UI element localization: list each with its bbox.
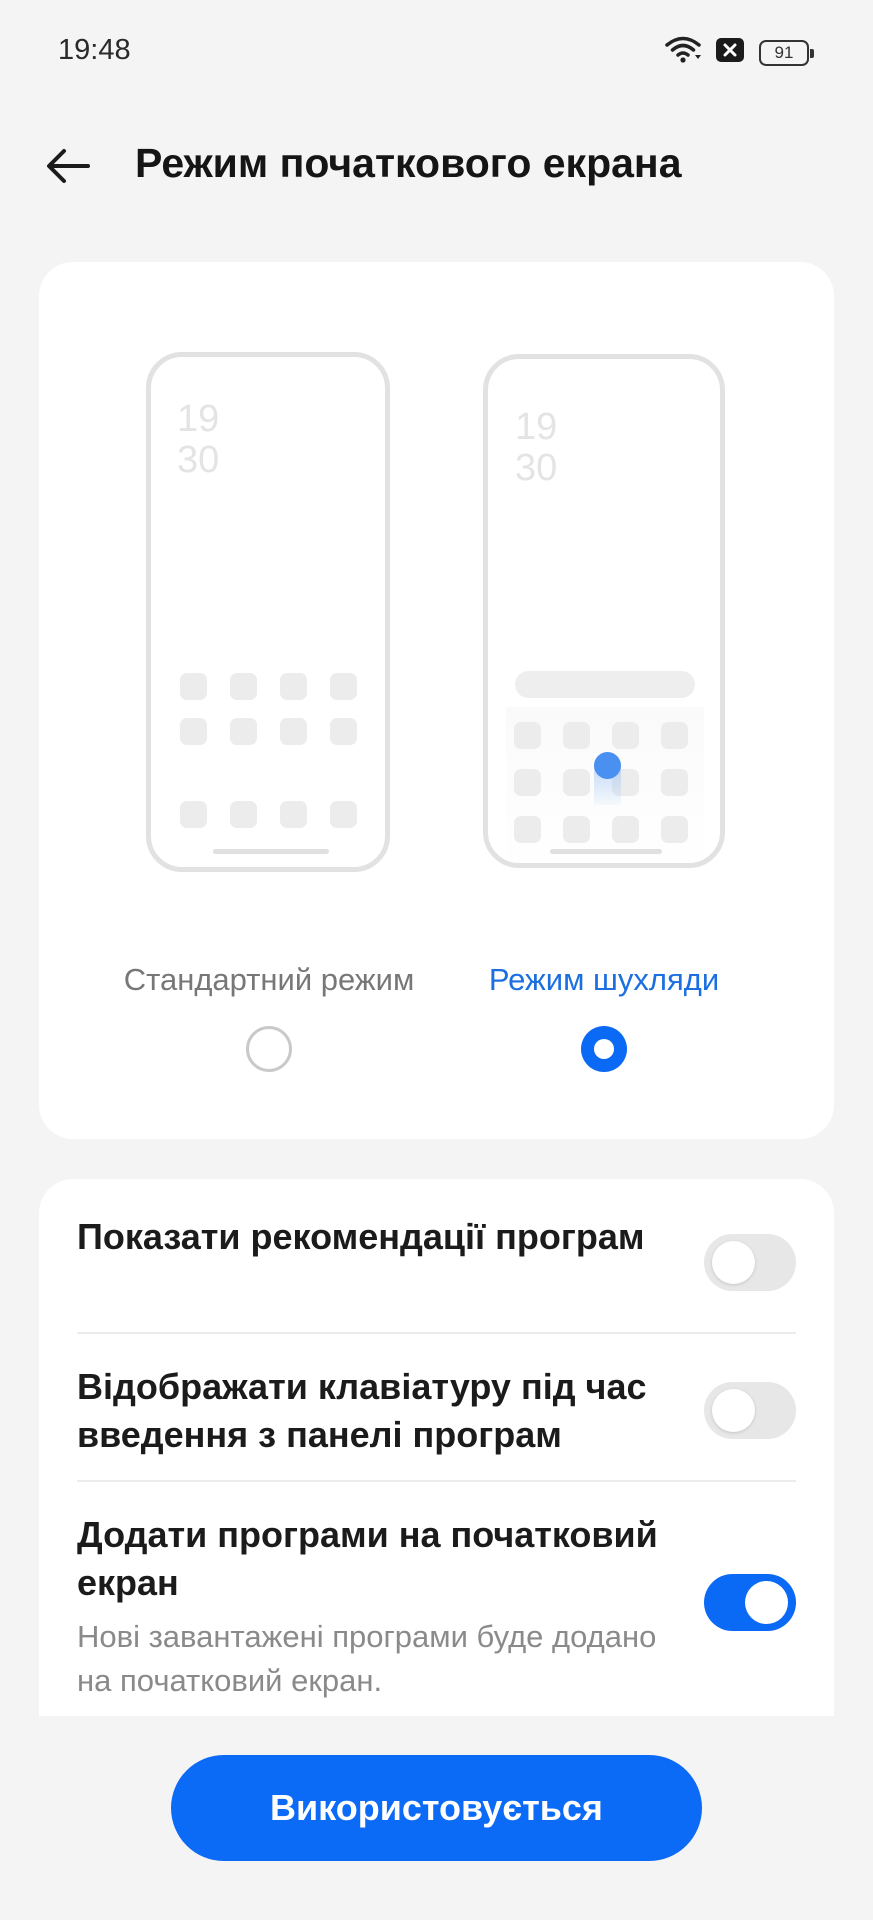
setting-title: Додати програми на початковий екран [77,1514,658,1603]
status-time: 19:48 [58,34,131,66]
settings-list: Показати рекомендації програм Відображат… [39,1179,834,1716]
setting-row-add-to-home[interactable]: Додати програми на початковий екран Нові… [77,1511,796,1711]
divider [77,1332,796,1334]
preview-clock: 19 30 [177,398,220,481]
home-indicator [213,849,329,854]
divider [77,1480,796,1482]
drawer-search-bar [515,671,695,698]
add-to-home-toggle[interactable] [704,1574,796,1631]
status-bar: 19:48 91 [0,0,873,104]
battery-level: 91 [774,42,794,62]
setting-title: Показати рекомендації програм [77,1216,645,1257]
page-title: Режим початкового екрана [135,140,682,186]
arrow-left-icon [47,149,90,183]
header: Режим початкового екрана [0,130,873,200]
app-suggestions-toggle[interactable] [704,1234,796,1291]
status-icons: 91 [665,36,814,69]
standard-mode-radio[interactable] [246,1026,292,1072]
wifi-icon [665,36,701,69]
dock-apps [180,801,357,828]
home-screen-mode-settings: 19:48 91 Режим початкового екрана 19 30 … [0,0,873,1920]
setting-row-app-suggestions[interactable]: Показати рекомендації програм [77,1213,796,1313]
setting-row-show-keyboard[interactable]: Відображати клавіатуру під час введення … [77,1363,796,1463]
swipe-touch-icon [594,752,621,779]
drawer-mode-preview[interactable]: 19 30 [483,354,725,868]
setting-title: Відображати клавіатуру під час введення … [77,1366,647,1455]
setting-description: Нові завантажені програми буде додано на… [77,1619,657,1698]
preview-clock: 19 30 [515,406,558,489]
standard-mode-label[interactable]: Стандартний режим [124,962,415,998]
drawer-mode-label[interactable]: Режим шухляди [489,962,719,998]
back-button[interactable] [38,136,98,196]
toggle-knob [712,1389,755,1432]
battery-icon: 91 [759,39,814,66]
toggle-knob [745,1581,788,1624]
home-indicator [550,849,662,854]
app-grid [180,673,357,745]
in-use-button[interactable]: Використовується [171,1755,702,1861]
notification-blocked-icon [715,37,745,68]
show-keyboard-toggle[interactable] [704,1382,796,1439]
mode-preview-card: 19 30 19 30 Стандартний режим Режим шухл… [39,262,834,1139]
toggle-knob [712,1241,755,1284]
standard-mode-preview[interactable]: 19 30 [146,352,390,872]
drawer-mode-radio[interactable] [581,1026,627,1072]
